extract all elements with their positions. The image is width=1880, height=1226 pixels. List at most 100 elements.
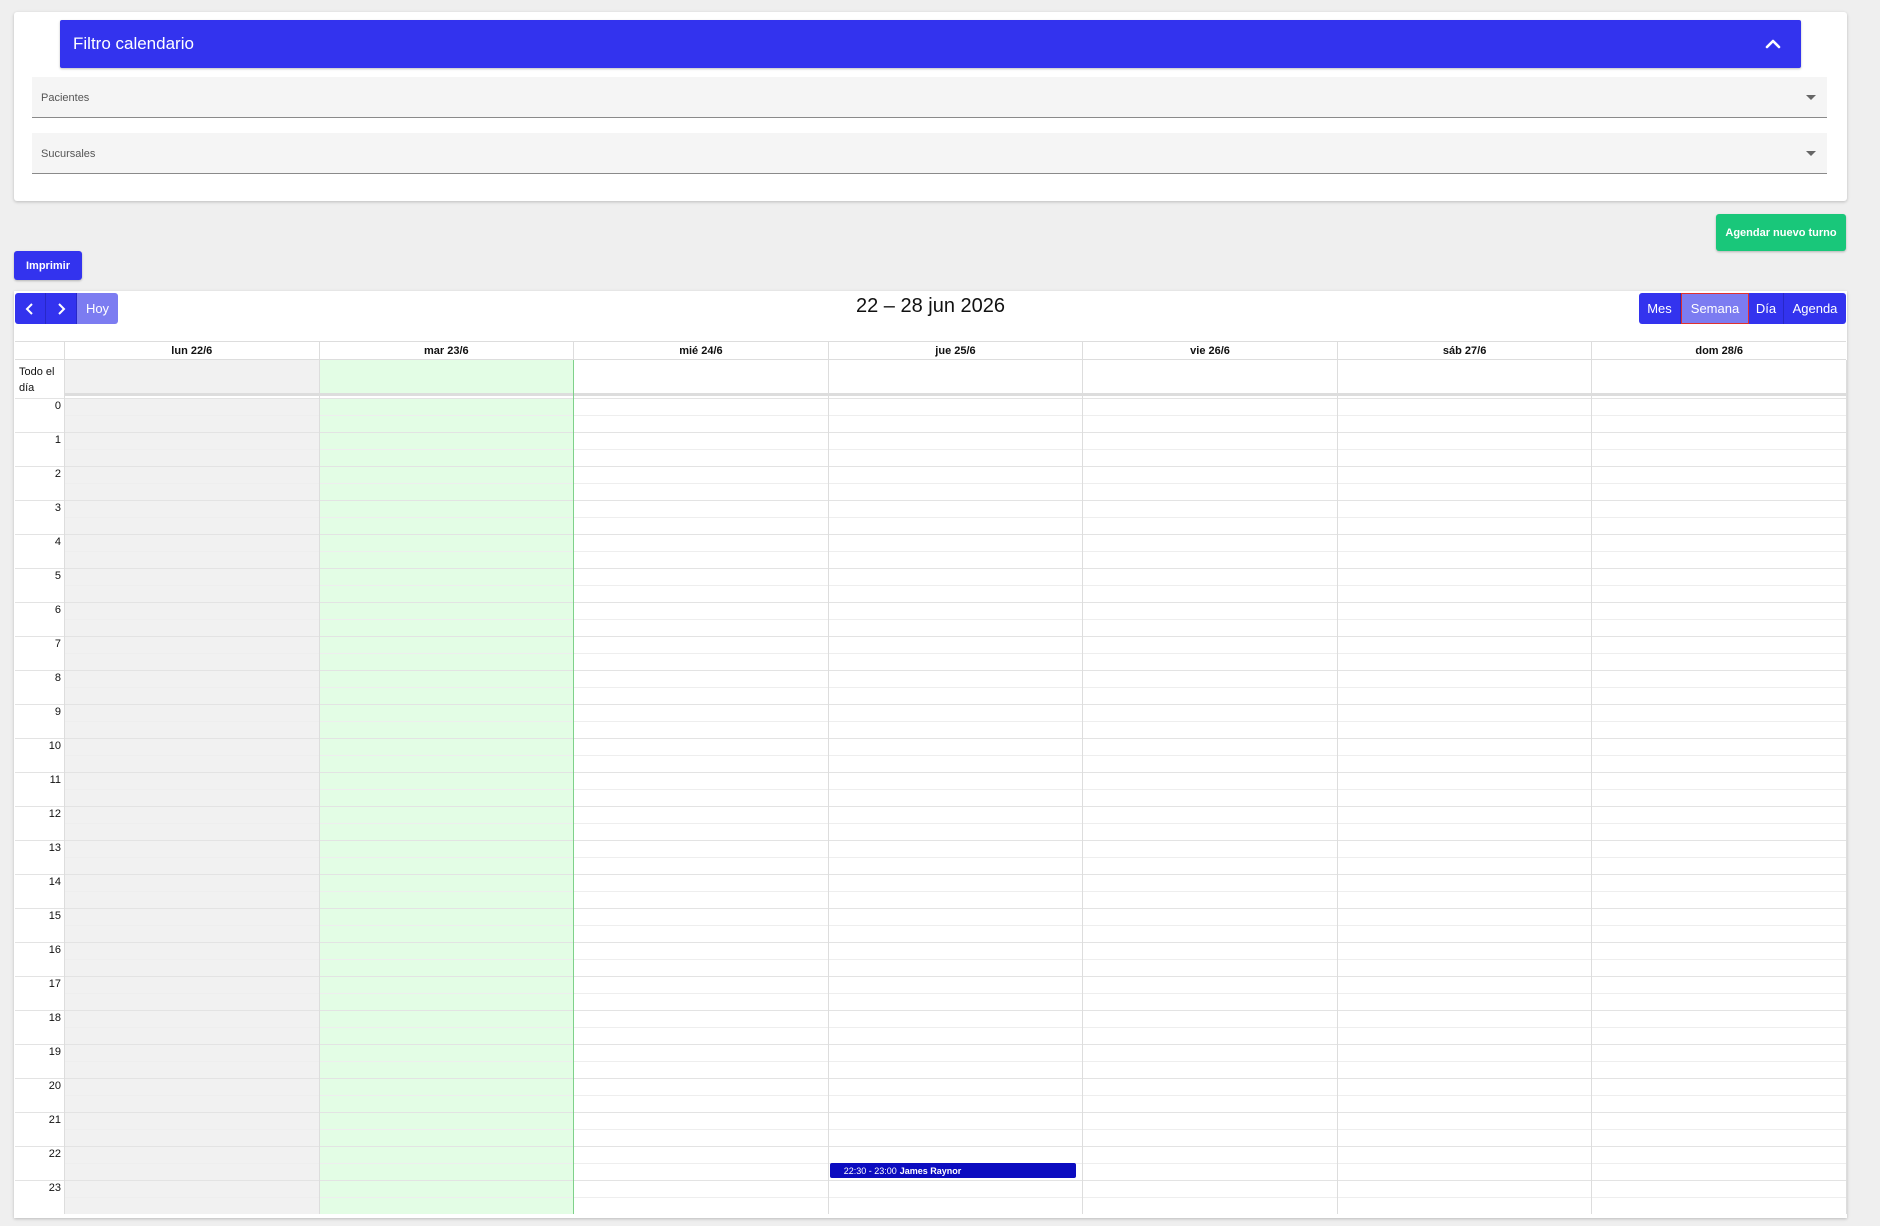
hour-line (15, 874, 1846, 875)
all-day-cell[interactable] (827, 360, 1083, 396)
all-day-cell[interactable] (573, 360, 828, 396)
event-title: James Raynor (899, 1165, 962, 1176)
half-hour-line (64, 1095, 1846, 1096)
new-appointment-button[interactable]: Agendar nuevo turno (1716, 214, 1846, 251)
half-hour-line (64, 619, 1846, 620)
half-hour-line (64, 1061, 1846, 1062)
column-divider (1336, 360, 1338, 1214)
hour-line (15, 976, 1846, 977)
calendar-nav: Hoy (15, 293, 118, 324)
time-label: 20 (48, 1080, 61, 1092)
all-day-cell[interactable] (1082, 360, 1337, 396)
all-day-cell[interactable] (318, 360, 574, 396)
today-button[interactable]: Hoy (77, 293, 118, 324)
hour-line (15, 398, 1846, 399)
column-divider (64, 360, 65, 1214)
time-label: 17 (48, 978, 61, 990)
branches-select[interactable]: Sucursales (32, 133, 1827, 174)
half-hour-line (64, 925, 1846, 926)
half-hour-line (64, 959, 1846, 960)
column-divider (573, 360, 575, 1214)
column-divider (1846, 360, 1847, 1214)
hour-line (15, 1146, 1846, 1147)
day-header[interactable]: lun 22/6 (64, 341, 319, 360)
half-hour-line (64, 1027, 1846, 1028)
all-day-cell[interactable] (64, 360, 319, 396)
day-header[interactable]: mié 24/6 (573, 341, 828, 360)
hour-line (15, 738, 1846, 739)
patients-select[interactable]: Pacientes (32, 77, 1827, 118)
filter-header[interactable]: Filtro calendario (60, 20, 1801, 68)
half-hour-line (64, 857, 1846, 858)
hour-line (15, 772, 1846, 773)
hour-line (15, 636, 1846, 637)
hour-line (15, 670, 1846, 671)
column-divider (1591, 360, 1593, 1214)
branches-select-label: Sucursales (41, 148, 96, 160)
half-hour-line (64, 993, 1846, 994)
time-label: 16 (48, 944, 61, 956)
hour-line (15, 568, 1846, 569)
view-month-button[interactable]: Mes (1639, 293, 1681, 324)
column-divider (827, 360, 829, 1214)
hour-line (15, 840, 1846, 841)
day-header[interactable]: sáb 27/6 (1336, 341, 1592, 360)
day-header[interactable]: mar 23/6 (318, 341, 574, 360)
all-day-cell[interactable] (1591, 360, 1846, 396)
hour-line (15, 704, 1846, 705)
next-week-button[interactable] (46, 293, 77, 324)
half-hour-line (64, 1129, 1846, 1130)
hour-line (15, 432, 1846, 433)
print-button[interactable]: Imprimir (14, 251, 82, 280)
column-divider (1082, 360, 1084, 1214)
patients-select-label: Pacientes (41, 92, 90, 104)
time-label: 13 (48, 842, 61, 854)
chevron-right-icon (58, 302, 66, 315)
time-label: 4 (54, 536, 61, 548)
time-label: 15 (48, 910, 61, 922)
all-day-cell[interactable] (1336, 360, 1592, 396)
event-time: 22:30 - 23:00 (843, 1165, 897, 1176)
all-day-label: Todo el día (19, 366, 55, 394)
hour-line (15, 534, 1846, 535)
time-label: 7 (54, 638, 61, 650)
view-agenda-button[interactable]: Agenda (1784, 293, 1846, 324)
time-label: 19 (48, 1046, 61, 1058)
hour-line (15, 806, 1846, 807)
half-hour-line (64, 517, 1846, 518)
half-hour-line (64, 415, 1846, 416)
time-label: 21 (48, 1114, 61, 1126)
time-label: 18 (48, 1012, 61, 1024)
half-hour-line (64, 653, 1846, 654)
hour-line (15, 908, 1846, 909)
day-header[interactable]: jue 25/6 (827, 341, 1083, 360)
calendar-event[interactable]: 22:30 - 23:00 James Raynor (829, 1163, 1077, 1178)
half-hour-line (64, 551, 1846, 552)
view-day-button[interactable]: Día (1749, 293, 1784, 324)
day-header[interactable]: dom 28/6 (1591, 341, 1846, 360)
hour-line (15, 942, 1846, 943)
time-label: 8 (54, 672, 61, 684)
half-hour-line (64, 585, 1846, 586)
hour-line (15, 1180, 1846, 1181)
prev-week-button[interactable] (15, 293, 46, 324)
time-label: 11 (49, 774, 61, 786)
time-label: 1 (54, 434, 61, 446)
filter-title: Filtro calendario (73, 34, 194, 53)
hour-line (15, 602, 1846, 603)
time-label: 10 (48, 740, 61, 752)
half-hour-line (64, 1197, 1846, 1198)
chevron-left-icon (25, 302, 33, 315)
time-label: 23 (48, 1182, 61, 1194)
chevron-up-icon[interactable] (1761, 32, 1785, 56)
time-label: 2 (54, 468, 61, 480)
time-label: 6 (54, 604, 61, 616)
time-label: 12 (48, 808, 61, 820)
half-hour-line (64, 721, 1846, 722)
half-hour-line (64, 449, 1846, 450)
view-week-button[interactable]: Semana (1681, 293, 1749, 324)
time-label: 0 (54, 400, 61, 412)
calendar: Hoy 22 – 28 jun 2026 Mes Semana Día Agen… (14, 291, 1847, 1218)
day-header[interactable]: vie 26/6 (1082, 341, 1337, 360)
hour-line (15, 500, 1846, 501)
